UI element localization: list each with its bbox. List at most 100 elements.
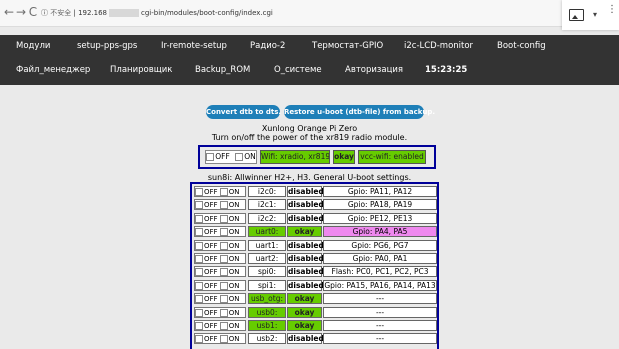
- off-checkbox[interactable]: [195, 255, 203, 263]
- table-row: OFF ON i2c1: disabled Gpio: PA18, PA19: [192, 199, 437, 211]
- on-checkbox[interactable]: [219, 214, 228, 223]
- menu-item-radio-2[interactable]: Радио-2: [250, 41, 285, 51]
- on-checkbox[interactable]: [219, 295, 228, 304]
- peripheral-gpio: Gpio: PA0, PA1: [323, 253, 437, 264]
- menu-item-backup-rom[interactable]: Backup_ROM: [195, 65, 250, 75]
- peripheral-name: uart2:: [248, 253, 286, 264]
- off-checkbox[interactable]: [195, 308, 203, 317]
- menu-item-setup-pps-gps[interactable]: setup-pps-gps: [77, 41, 137, 51]
- peripheral-gpio: ---: [323, 306, 437, 318]
- table-row: OFF ON i2c2: disabled Gpio: PE12, PE13: [192, 212, 437, 225]
- extension-popup[interactable]: ▾ ⋮: [562, 0, 619, 30]
- on-checkbox[interactable]: [219, 228, 228, 237]
- peripheral-status: disabled: [287, 279, 324, 291]
- on-checkbox[interactable]: [219, 201, 228, 210]
- on-label: ON: [228, 322, 240, 330]
- peripheral-gpio: Gpio: PA4, PA5: [323, 226, 437, 238]
- radio-off-label: OFF: [215, 152, 230, 161]
- radio-status: okay: [333, 150, 355, 164]
- off-label: OFF: [204, 335, 218, 344]
- peripheral-status: okay: [287, 320, 322, 331]
- menu-item-about-system[interactable]: О_системе: [274, 65, 322, 75]
- address-separator: |: [73, 9, 76, 17]
- on-checkbox[interactable]: [219, 188, 228, 196]
- url-path: cgi-bin/modules/boot-config/index.cgi: [141, 9, 273, 17]
- uboot-caption: sun8i: Allwinner H2+, H3. General U-boot…: [207, 173, 412, 182]
- on-label: ON: [228, 241, 240, 250]
- main-menu: Модули setup-pps-gps Ir-remote-setup Рад…: [0, 35, 619, 85]
- reload-icon[interactable]: C: [26, 4, 40, 20]
- menu-item-boot-config[interactable]: Boot-config: [497, 41, 546, 51]
- off-label: OFF: [204, 281, 218, 290]
- radio-caption: Turn on/off the power of the xr819 radio…: [211, 133, 408, 142]
- off-checkbox[interactable]: [195, 201, 203, 210]
- radio-off-checkbox[interactable]: [206, 153, 215, 161]
- table-row: OFF ON uart0: okay Gpio: PA4, PA5: [192, 226, 437, 238]
- off-checkbox[interactable]: [195, 268, 203, 277]
- menu-item-file-manager[interactable]: Файл_менеджер: [16, 65, 90, 75]
- menu-item-ir-remote-setup[interactable]: Ir-remote-setup: [161, 41, 227, 51]
- peripheral-name: usb0:: [248, 306, 286, 318]
- peripheral-status: disabled: [287, 333, 324, 345]
- off-checkbox[interactable]: [195, 188, 203, 196]
- menu-item-authorization[interactable]: Авторизация: [345, 65, 403, 75]
- menu-item-scheduler[interactable]: Планировщик: [110, 65, 172, 75]
- address-bar[interactable]: ⓘ 不安全 | 192.168 cgi-bin/modules/boot-conf…: [41, 5, 561, 21]
- more-icon[interactable]: ⋮: [607, 5, 617, 15]
- on-checkbox[interactable]: [219, 281, 228, 290]
- restore-uboot-button[interactable]: Restore u-boot (dtb-file) from backup.: [284, 105, 435, 119]
- peripheral-status: disabled: [287, 239, 324, 251]
- image-icon[interactable]: [569, 9, 584, 21]
- on-label: ON: [228, 335, 240, 344]
- convert-dtb-button[interactable]: Convert dtb to dts.: [206, 105, 281, 119]
- off-checkbox[interactable]: [195, 241, 203, 250]
- peripheral-status: disabled: [287, 266, 324, 278]
- on-checkbox[interactable]: [219, 255, 228, 263]
- radio-onoff: OFF ON: [205, 150, 257, 164]
- onoff-cell: OFF ON: [194, 199, 246, 211]
- on-checkbox[interactable]: [219, 268, 228, 277]
- on-label: ON: [228, 201, 240, 210]
- peripherals-table: OFF ON i2c0: disabled Gpio: PA11, PA12 OFF O…: [190, 182, 439, 349]
- on-checkbox[interactable]: [219, 308, 228, 317]
- onoff-cell: OFF ON: [194, 239, 246, 251]
- off-label: OFF: [204, 308, 218, 317]
- off-label: OFF: [204, 188, 218, 196]
- menu-item-modules[interactable]: Модули: [16, 41, 50, 51]
- table-row: OFF ON usb0: okay ---: [192, 306, 437, 319]
- menu-item-i2c-lcd-monitor[interactable]: i2c-LCD-monitor: [404, 41, 473, 51]
- radio-on-checkbox[interactable]: [235, 153, 244, 161]
- peripheral-gpio: ---: [323, 293, 437, 305]
- menu-row-1: Модули setup-pps-gps Ir-remote-setup Рад…: [0, 35, 619, 59]
- peripheral-status: okay: [287, 306, 322, 318]
- off-checkbox[interactable]: [195, 322, 203, 330]
- off-checkbox[interactable]: [195, 335, 203, 344]
- table-row: OFF ON uart1: disabled Gpio: PG6, PG7: [192, 239, 437, 252]
- peripheral-gpio: Gpio: PE12, PE13: [323, 212, 437, 224]
- off-checkbox[interactable]: [195, 214, 203, 223]
- peripheral-gpio: Gpio: PA15, PA16, PA14, PA13: [323, 279, 437, 291]
- peripheral-name: usb1:: [248, 320, 286, 331]
- on-checkbox[interactable]: [219, 335, 228, 344]
- peripheral-name: uart1:: [248, 239, 286, 251]
- menu-item-thermostat-gpio[interactable]: Термостат-GPIO: [312, 41, 383, 51]
- peripheral-name: i2c2:: [248, 212, 286, 224]
- board-title: Xunlong Orange Pi Zero: [261, 124, 358, 133]
- peripheral-status: disabled: [287, 212, 324, 224]
- off-checkbox[interactable]: [195, 281, 203, 290]
- on-label: ON: [228, 255, 240, 263]
- menu-row-2: Файл_менеджер Планировщик Backup_ROM О_с…: [0, 59, 619, 83]
- on-checkbox[interactable]: [219, 322, 228, 330]
- table-row: OFF ON usb2: disabled ---: [192, 333, 437, 345]
- peripheral-name: i2c1:: [248, 199, 286, 211]
- on-checkbox[interactable]: [219, 241, 228, 250]
- peripheral-name: i2c0:: [248, 186, 286, 197]
- off-checkbox[interactable]: [195, 228, 203, 237]
- wifi-chip: Wifi: xradio, xr819: [260, 150, 330, 164]
- peripheral-status: okay: [287, 293, 322, 305]
- url-host: 192.168: [78, 9, 108, 17]
- chevron-down-icon[interactable]: ▾: [593, 10, 597, 19]
- off-checkbox[interactable]: [195, 295, 203, 304]
- on-label: ON: [228, 295, 240, 304]
- on-label: ON: [228, 214, 240, 223]
